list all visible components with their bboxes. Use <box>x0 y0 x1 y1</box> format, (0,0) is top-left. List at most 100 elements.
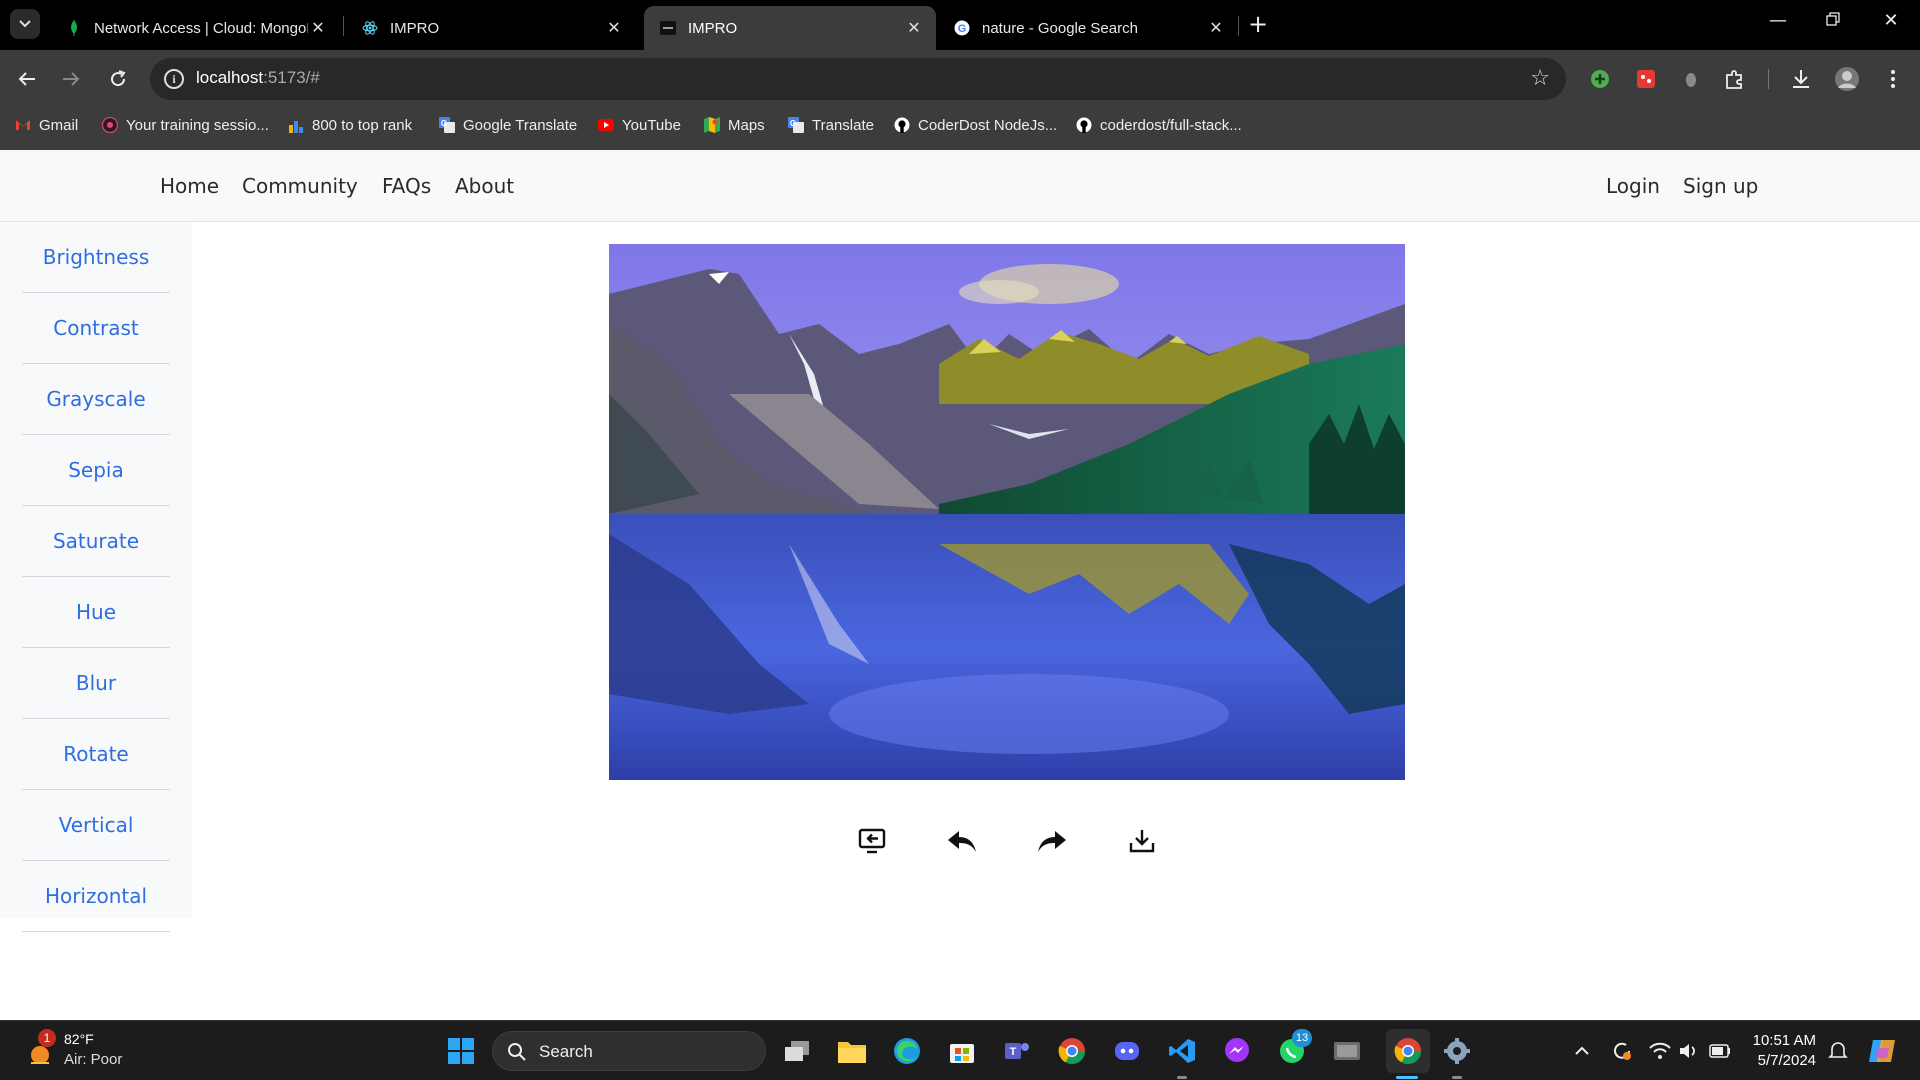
battery-icon[interactable] <box>1708 1039 1732 1063</box>
bookmark-translate[interactable]: G Translate <box>788 108 874 142</box>
volume-icon[interactable] <box>1677 1039 1701 1063</box>
windows-start-button[interactable] <box>445 1035 477 1067</box>
filter-blur[interactable]: Blur <box>22 648 170 719</box>
address-bar[interactable]: i localhost:5173/# ☆ <box>150 58 1566 100</box>
search-icon <box>508 1043 526 1061</box>
temperature-text: 82°F <box>64 1031 94 1047</box>
google-translate-icon: G <box>439 117 455 133</box>
download-button[interactable] <box>1125 824 1159 858</box>
bookmark-star-icon[interactable]: ☆ <box>1530 66 1550 91</box>
whatsapp-badge: 13 <box>1292 1029 1312 1047</box>
windows-taskbar: 1 82°F Air: Poor Search T 13 10:51 AM 5/… <box>0 1020 1920 1080</box>
tab-google-search[interactable]: G nature - Google Search ✕ <box>938 6 1238 50</box>
site-info-icon[interactable]: i <box>164 69 184 89</box>
filter-vertical[interactable]: Vertical <box>22 790 170 861</box>
clock-time[interactable]: 10:51 AM <box>1752 1032 1816 1049</box>
svg-text:G: G <box>958 23 967 35</box>
extension-plus-icon[interactable] <box>1587 66 1613 92</box>
chrome-icon[interactable] <box>1056 1035 1088 1067</box>
extension-gray-icon[interactable] <box>1678 66 1704 92</box>
close-tab-icon[interactable]: ✕ <box>604 18 624 38</box>
nav-faqs[interactable]: FAQs <box>382 174 431 198</box>
filter-hue[interactable]: Hue <box>22 577 170 648</box>
nav-home[interactable]: Home <box>160 174 219 198</box>
chrome-active-icon[interactable] <box>1386 1029 1430 1073</box>
task-view-icon[interactable] <box>781 1035 813 1067</box>
file-explorer-icon[interactable] <box>836 1035 868 1067</box>
browser-tab-bar: Network Access | Cloud: MongoDB Cloud ✕ … <box>0 0 1920 50</box>
downloads-icon[interactable] <box>1788 66 1814 92</box>
site-navbar: Home Community FAQs About Login Sign up <box>0 150 1920 222</box>
bookmark-youtube[interactable]: YouTube <box>598 108 681 142</box>
back-arrow-icon <box>18 72 35 86</box>
bookmarks-bar: Gmail Your training sessio... 800 to top… <box>0 108 1920 150</box>
tab-title: IMPRO <box>390 19 440 37</box>
settings-gear-icon[interactable] <box>1441 1035 1473 1067</box>
copilot-icon[interactable] <box>1866 1035 1898 1067</box>
bookmark-label: Maps <box>728 116 765 134</box>
filter-horizontal[interactable]: Horizontal <box>22 861 170 932</box>
extensions-puzzle-icon[interactable] <box>1722 66 1748 92</box>
tab-separator <box>1238 16 1239 36</box>
filter-brightness[interactable]: Brightness <box>22 222 170 293</box>
redo-button[interactable] <box>1035 824 1069 858</box>
browser-menu-icon[interactable] <box>1880 66 1906 92</box>
edge-icon[interactable] <box>891 1035 923 1067</box>
tab-impro-active[interactable]: IMPRO ✕ <box>644 6 936 50</box>
undo-button[interactable] <box>945 824 979 858</box>
bookmark-coderdost-node[interactable]: CoderDost NodeJs... <box>894 108 1057 142</box>
reset-button[interactable] <box>855 824 889 858</box>
filter-grayscale[interactable]: Grayscale <box>22 364 170 435</box>
bookmark-maps[interactable]: Maps <box>704 108 765 142</box>
notifications-icon[interactable] <box>1826 1039 1850 1063</box>
reload-button[interactable] <box>103 64 133 94</box>
nav-signup[interactable]: Sign up <box>1683 174 1758 198</box>
nav-about[interactable]: About <box>455 174 514 198</box>
nav-community[interactable]: Community <box>242 174 358 198</box>
bookmark-gmail[interactable]: Gmail <box>15 108 78 142</box>
bookmark-800-rank[interactable]: 800 to top rank <box>288 108 412 142</box>
bookmark-coderdost-fullstack[interactable]: coderdost/full-stack... <box>1076 108 1242 142</box>
sync-icon[interactable] <box>1610 1039 1634 1063</box>
tab-mongodb[interactable]: Network Access | Cloud: MongoDB Cloud ✕ <box>50 6 340 50</box>
browser-toolbar: i localhost:5173/# ☆ <box>0 50 1920 108</box>
gmail-icon <box>15 117 31 133</box>
messenger-icon[interactable] <box>1221 1035 1253 1067</box>
close-window-button[interactable]: ✕ <box>1876 10 1906 31</box>
clock-date[interactable]: 5/7/2024 <box>1752 1052 1816 1069</box>
extension-red-icon[interactable] <box>1633 66 1659 92</box>
bookmark-google-translate[interactable]: G Google Translate <box>439 108 577 142</box>
vscode-icon[interactable] <box>1166 1035 1198 1067</box>
close-tab-icon[interactable]: ✕ <box>1206 18 1226 38</box>
google-translate-icon: G <box>788 117 804 133</box>
filter-sepia[interactable]: Sepia <box>22 435 170 506</box>
back-button[interactable] <box>12 64 42 94</box>
profile-avatar-icon[interactable] <box>1834 66 1860 92</box>
new-tab-button[interactable]: + <box>1245 12 1271 36</box>
tab-impro-1[interactable]: IMPRO ✕ <box>346 6 636 50</box>
filter-saturate[interactable]: Saturate <box>22 506 170 577</box>
discord-icon[interactable] <box>1111 1035 1143 1067</box>
vmware-icon[interactable] <box>1331 1035 1363 1067</box>
tab-title: IMPRO <box>688 19 738 37</box>
filter-rotate[interactable]: Rotate <box>22 719 170 790</box>
taskbar-search[interactable]: Search <box>492 1031 766 1071</box>
reload-icon <box>111 70 126 87</box>
chevron-up-icon[interactable] <box>1570 1039 1594 1063</box>
tab-search-button[interactable] <box>10 9 40 39</box>
close-tab-icon[interactable]: ✕ <box>904 18 924 38</box>
bookmark-training[interactable]: Your training sessio... <box>102 108 269 142</box>
training-icon <box>102 117 118 133</box>
nav-login[interactable]: Login <box>1606 174 1660 198</box>
restore-button[interactable] <box>1818 10 1848 31</box>
bookmark-label: Gmail <box>39 116 79 134</box>
microsoft-store-icon[interactable] <box>946 1035 978 1067</box>
svg-text:G: G <box>790 119 796 128</box>
wifi-icon[interactable] <box>1648 1039 1672 1063</box>
filter-contrast[interactable]: Contrast <box>22 293 170 364</box>
forward-button[interactable] <box>56 64 86 94</box>
close-tab-icon[interactable]: ✕ <box>308 18 328 38</box>
undo-icon <box>948 831 976 852</box>
minimize-button[interactable]: — <box>1763 10 1793 31</box>
teams-icon[interactable]: T <box>1001 1035 1033 1067</box>
